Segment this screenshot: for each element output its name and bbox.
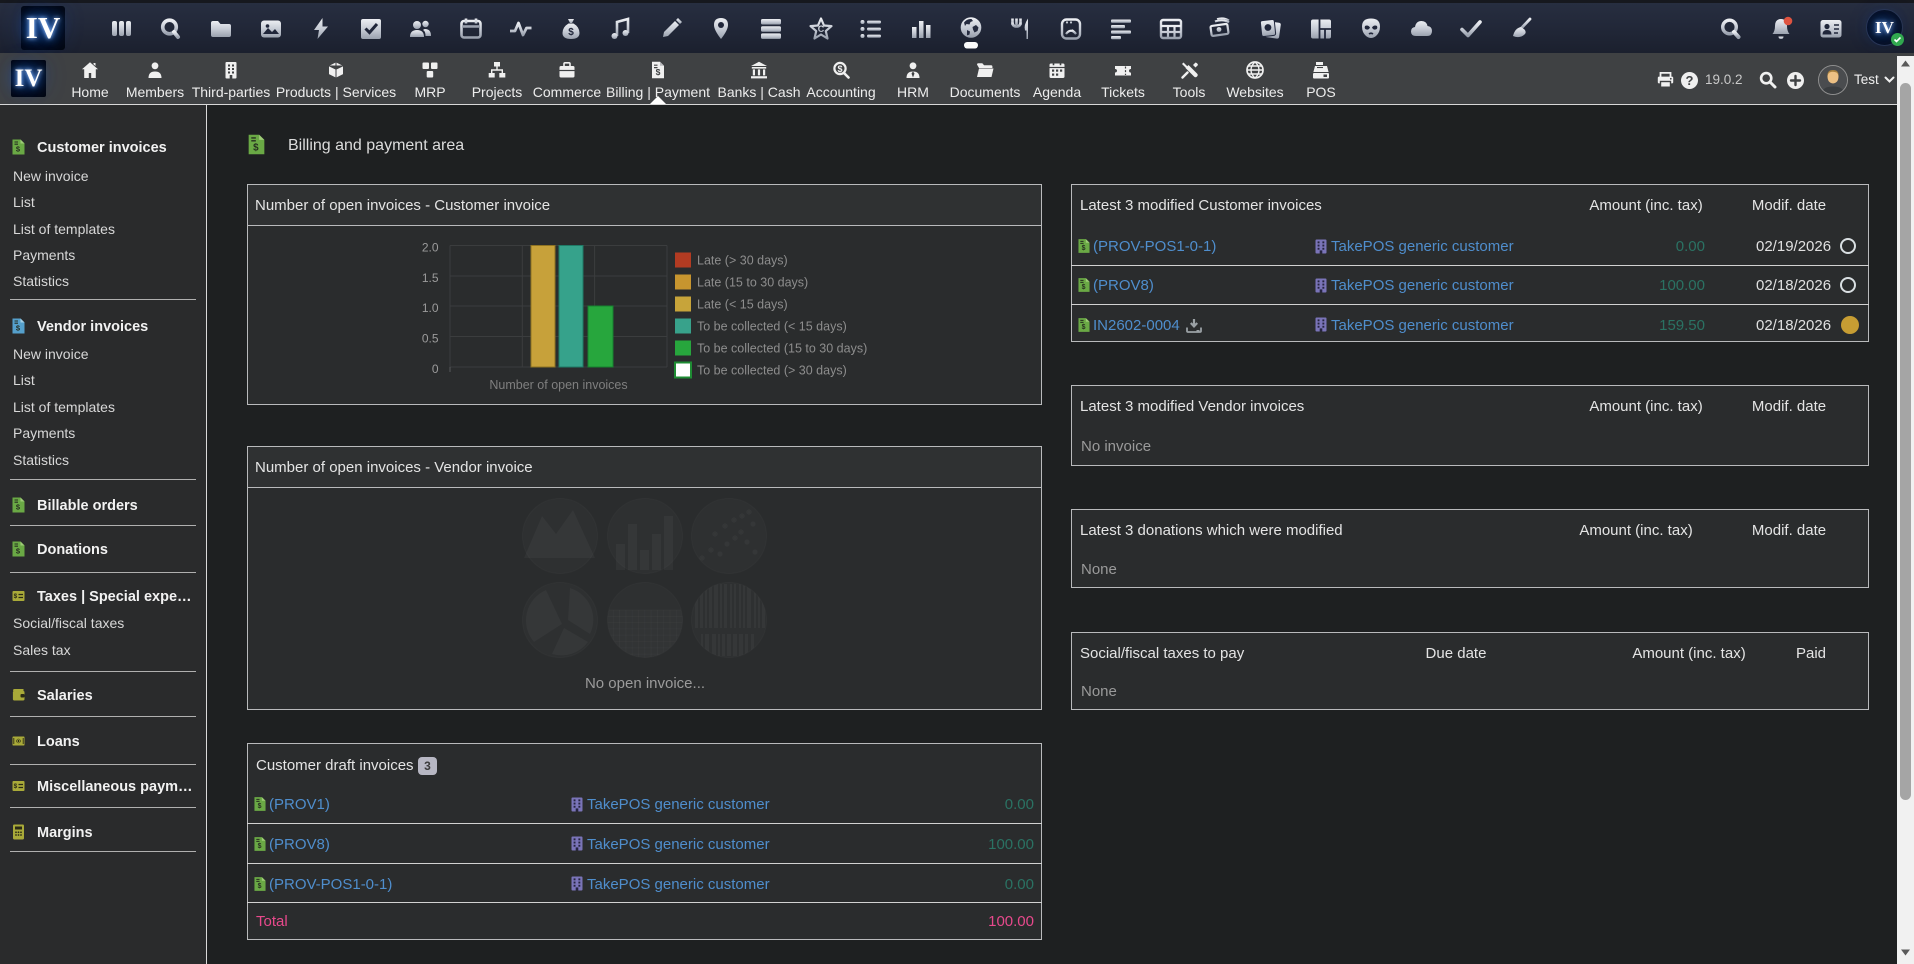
svg-text:$: $ xyxy=(1082,324,1086,331)
svg-text:Late (> 30 days): Late (> 30 days) xyxy=(697,254,788,268)
svg-text:$: $ xyxy=(14,783,18,790)
svg-text:$: $ xyxy=(568,27,574,38)
svg-text:Late (< 15 days): Late (< 15 days) xyxy=(697,298,788,312)
svg-text:$: $ xyxy=(258,883,262,890)
svg-text:To be collected (> 30 days): To be collected (> 30 days) xyxy=(697,364,847,378)
svg-text:Late (15 to 30 days): Late (15 to 30 days) xyxy=(697,276,808,290)
svg-text:$: $ xyxy=(14,593,18,600)
svg-text:C: C xyxy=(818,24,825,34)
svg-text:Number of open invoices: Number of open invoices xyxy=(489,378,627,392)
svg-text:0.5: 0.5 xyxy=(422,331,439,345)
svg-text:$: $ xyxy=(258,843,262,850)
svg-text:1.0: 1.0 xyxy=(422,301,439,315)
svg-text:$: $ xyxy=(1082,284,1086,291)
svg-text:2.0: 2.0 xyxy=(422,240,439,254)
svg-text:No open invoice...: No open invoice... xyxy=(585,675,705,692)
svg-text:$: $ xyxy=(656,67,661,77)
svg-text:$: $ xyxy=(837,64,842,74)
svg-text:0: 0 xyxy=(432,362,439,376)
svg-text:$: $ xyxy=(1082,245,1086,252)
svg-text:1.5: 1.5 xyxy=(422,271,439,285)
svg-text:$: $ xyxy=(258,803,262,810)
svg-text:To be collected (< 15 days): To be collected (< 15 days) xyxy=(697,320,847,334)
svg-text:To be collected (15 to 30 days: To be collected (15 to 30 days) xyxy=(697,342,867,356)
svg-text:0: 0 xyxy=(17,739,20,745)
svg-text:$: $ xyxy=(253,143,259,154)
